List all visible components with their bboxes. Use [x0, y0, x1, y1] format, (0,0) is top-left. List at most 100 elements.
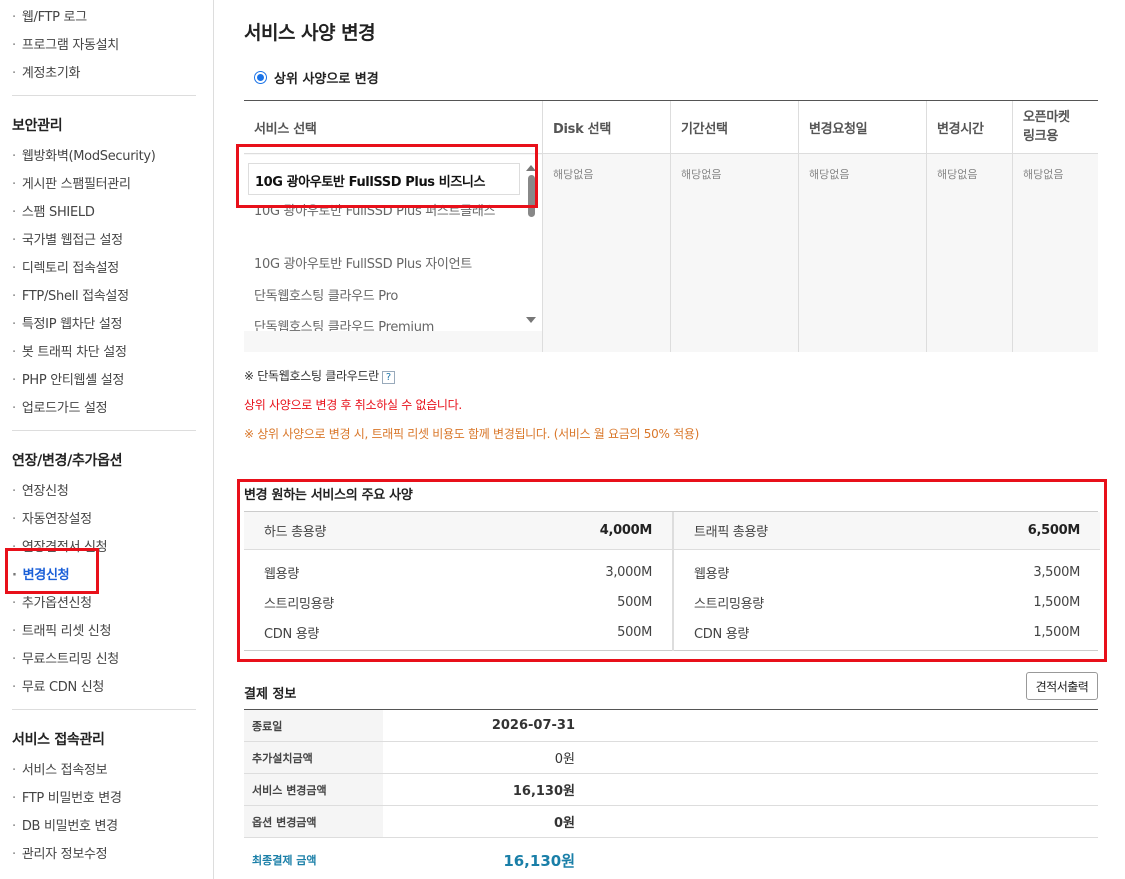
payment-value: 2026-07-31	[491, 718, 575, 733]
sidebar-divider	[12, 95, 196, 96]
sidebar-item-label: 추가옵션신청	[21, 596, 92, 611]
sidebar-item-directory-access[interactable]: · 디렉토리 접속설정	[12, 257, 119, 276]
bullet: ·	[12, 763, 16, 778]
sidebar-item-access-info[interactable]: · 서비스 접속정보	[12, 759, 108, 778]
sidebar-item-ftp-password[interactable]: · FTP 비밀번호 변경	[12, 787, 122, 806]
sidebar-item-label: 디렉토리 접속설정	[21, 261, 119, 276]
cloud-info-text: ※ 단독웹호스팅 클라우드란	[244, 369, 379, 383]
sidebar-item-upload-guard[interactable]: · 업로드가드 설정	[12, 397, 108, 416]
final-payment-value: 16,130원	[503, 851, 575, 870]
warning-no-cancel: 상위 사양으로 변경 후 취소하실 수 없습니다.	[244, 398, 462, 412]
highlight-box	[5, 548, 99, 594]
change-time-cell: 해당없음	[927, 154, 1012, 352]
payment-row: 옵션 변경금액 0원	[244, 806, 1098, 838]
payment-value: 16,130원	[512, 784, 575, 799]
bullet: ·	[12, 819, 16, 834]
sidebar-item-label: 봇 트래픽 차단 설정	[21, 345, 127, 360]
bullet: ·	[12, 596, 16, 611]
sidebar-item-country-access[interactable]: · 국가별 웹접근 설정	[12, 229, 123, 248]
sidebar-item-extend-request[interactable]: · 연장신청	[12, 480, 69, 499]
sidebar-item-label: 게시판 스팸필터관리	[21, 177, 131, 192]
sidebar-item-label: 스팸 SHIELD	[21, 205, 95, 220]
service-option[interactable]: 단독웹호스팅 클라우드 Pro	[254, 285, 398, 304]
column-header-request-date: 변경요청일	[799, 101, 926, 154]
payment-row: 추가설치금액 0원	[244, 742, 1098, 774]
service-option[interactable]: 10G 광아우토반 FullSSD Plus 자이언트	[254, 253, 472, 272]
cloud-info-note: ※ 단독웹호스팅 클라우드란?	[244, 367, 395, 384]
sidebar-item-bot-block[interactable]: · 봇 트래픽 차단 설정	[12, 341, 127, 360]
sidebar-item-add-option[interactable]: · 추가옵션신청	[12, 592, 92, 611]
sidebar-item-spam-filter[interactable]: · 게시판 스팸필터관리	[12, 173, 131, 192]
final-payment-row: 최종결제 금액 16,130원	[244, 845, 1098, 875]
sidebar-item-label: 특정IP 웹차단 설정	[21, 317, 123, 332]
bullet: ·	[12, 10, 16, 25]
bullet: ·	[12, 512, 16, 527]
bullet: ·	[12, 317, 16, 332]
sidebar-item-label: 관리자 정보수정	[21, 847, 108, 862]
column-disk: Disk 선택 해당없음	[542, 101, 670, 352]
sidebar-heading-access: 서비스 접속관리	[12, 732, 105, 748]
sidebar-divider	[12, 430, 196, 431]
column-openmarket: 오픈마켓 링크용 해당없음	[1012, 101, 1098, 352]
bullet: ·	[12, 177, 16, 192]
service-option[interactable]: 단독웹호스팅 클라우드 Premium	[254, 316, 434, 331]
bullet: ·	[12, 847, 16, 862]
radio-selected-icon[interactable]	[254, 71, 267, 84]
sidebar-item-account-reset[interactable]: · 계정초기화	[12, 62, 80, 81]
sidebar-item-label: 업로드가드 설정	[21, 401, 108, 416]
sidebar-divider	[12, 709, 196, 710]
sidebar-item-free-cdn[interactable]: · 무료 CDN 신청	[12, 676, 104, 695]
bullet: ·	[12, 484, 16, 499]
sidebar-item-php-antiwebshell[interactable]: · PHP 안티웹셸 설정	[12, 369, 124, 388]
bullet: ·	[12, 680, 16, 695]
sidebar-item-traffic-reset[interactable]: · 트래픽 리셋 신청	[12, 620, 111, 639]
column-header-disk: Disk 선택	[543, 101, 670, 154]
sidebar-item-label: FTP 비밀번호 변경	[21, 791, 122, 806]
sidebar-item-label: 무료스트리밍 신청	[21, 652, 119, 667]
sidebar-item-waf[interactable]: · 웹방화벽(ModSecurity)	[12, 145, 156, 164]
print-quote-button[interactable]: 견적서출력	[1026, 672, 1098, 700]
bullet: ·	[12, 373, 16, 388]
sidebar-item-ftp-shell-access[interactable]: · FTP/Shell 접속설정	[12, 285, 129, 304]
sidebar-item-label: 트래픽 리셋 신청	[21, 624, 112, 639]
column-header-period: 기간선택	[671, 101, 798, 154]
highlight-box	[236, 144, 538, 208]
page-title: 서비스 사양 변경	[244, 22, 376, 44]
sidebar-item-free-streaming[interactable]: · 무료스트리밍 신청	[12, 648, 119, 667]
sidebar-item-admin-info[interactable]: · 관리자 정보수정	[12, 843, 108, 862]
column-request-date: 변경요청일 해당없음	[798, 101, 926, 352]
sidebar-item-label: PHP 안티웹셸 설정	[21, 373, 125, 388]
highlight-box	[237, 479, 1107, 662]
sidebar-item-auto-extend[interactable]: · 자동연장설정	[12, 508, 92, 527]
sidebar-item-spam-shield[interactable]: · 스팸 SHIELD	[12, 201, 95, 220]
final-payment-label: 최종결제 금액	[252, 854, 317, 867]
column-period: 기간선택 해당없음	[670, 101, 798, 352]
bullet: ·	[12, 401, 16, 416]
bullet: ·	[12, 345, 16, 360]
sidebar-heading-security: 보안관리	[12, 118, 63, 134]
sidebar-item-db-password[interactable]: · DB 비밀번호 변경	[12, 815, 118, 834]
openmarket-cell: 해당없음	[1013, 154, 1098, 352]
payment-section-title: 결제 정보	[244, 687, 297, 702]
bullet: ·	[12, 233, 16, 248]
bullet: ·	[12, 289, 16, 304]
help-icon[interactable]: ?	[381, 371, 395, 384]
payment-label: 추가설치금액	[244, 742, 383, 773]
sidebar-item-ip-block[interactable]: · 특정IP 웹차단 설정	[12, 313, 123, 332]
sidebar: · 웹/FTP 로그 · 프로그램 자동설치 · 계정초기화 보안관리 · 웹방화벽(M…	[0, 0, 214, 879]
payment-label: 옵션 변경금액	[244, 806, 383, 837]
bullet: ·	[12, 261, 16, 276]
disk-cell: 해당없음	[543, 154, 670, 352]
payment-label: 종료일	[244, 710, 383, 741]
scroll-down-icon[interactable]	[526, 317, 536, 323]
bullet: ·	[12, 624, 16, 639]
payment-value: 0원	[553, 816, 575, 831]
column-change-time: 변경시간 해당없음	[926, 101, 1012, 352]
sidebar-item-label: 자동연장설정	[21, 512, 92, 527]
column-header-change-time: 변경시간	[927, 101, 1012, 154]
upgrade-radio-option[interactable]: 상위 사양으로 변경	[254, 68, 379, 87]
bullet: ·	[12, 652, 16, 667]
sidebar-item-web-ftp-log[interactable]: · 웹/FTP 로그	[12, 6, 87, 25]
sidebar-item-auto-install[interactable]: · 프로그램 자동설치	[12, 34, 119, 53]
sidebar-item-label: 국가별 웹접근 설정	[21, 233, 123, 248]
